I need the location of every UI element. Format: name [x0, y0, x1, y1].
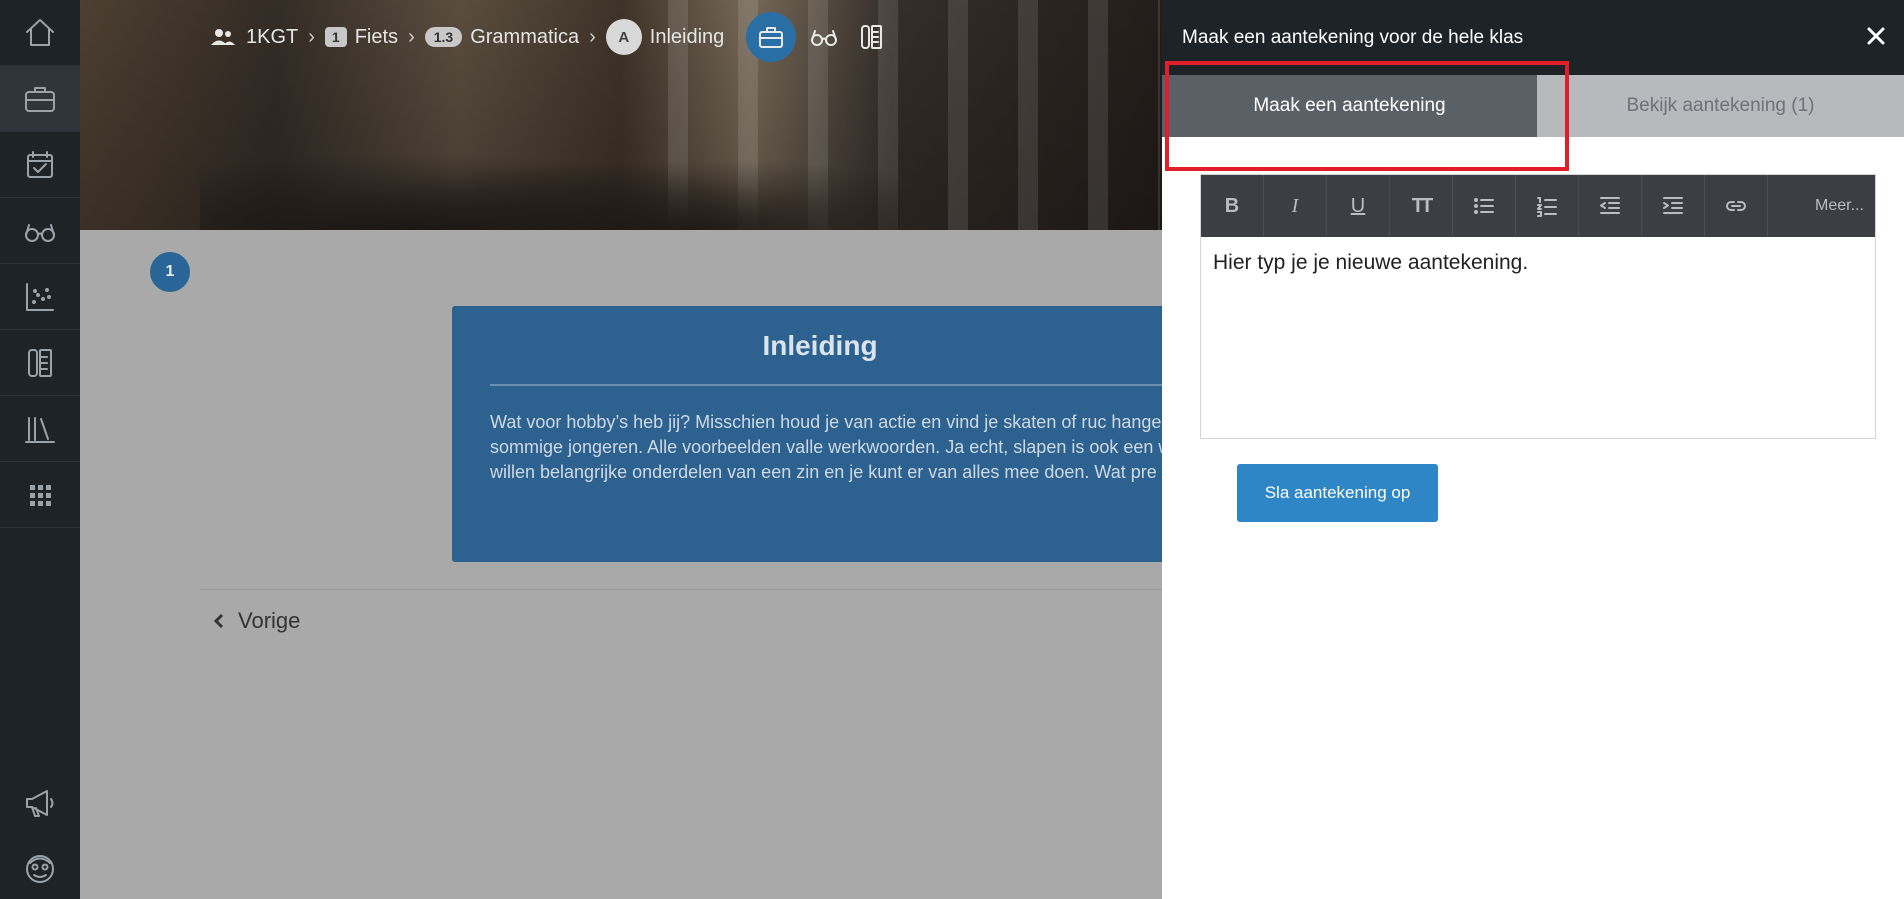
outdent-icon	[1600, 197, 1620, 214]
group-icon	[208, 17, 238, 57]
step-badge[interactable]: 1	[150, 252, 190, 292]
lesson-tool-button[interactable]	[746, 12, 797, 62]
sidebar-item-profile[interactable]	[0, 836, 80, 899]
briefcase-icon	[25, 86, 55, 112]
italic-button[interactable]: I	[1264, 175, 1327, 237]
previous-label: Vorige	[238, 608, 301, 633]
panel-title: Maak een aantekening voor de hele klas	[1182, 27, 1524, 48]
notes-tool-button[interactable]	[852, 17, 892, 57]
breadcrumb-class[interactable]: 1KGT	[246, 26, 298, 49]
glasses-icon	[25, 223, 55, 242]
save-note-button[interactable]: Sla aantekening op	[1237, 464, 1438, 522]
indent-button[interactable]	[1642, 175, 1705, 237]
bold-icon: B	[1224, 194, 1240, 217]
calendar-check-icon	[27, 150, 53, 178]
section-number-badge: 1.3	[424, 27, 463, 47]
sidebar-item-lessons[interactable]	[0, 66, 80, 132]
breadcrumb-lesson[interactable]: Inleiding	[650, 26, 725, 49]
card-title: Inleiding	[762, 330, 878, 361]
home-icon	[26, 18, 54, 46]
link-icon	[1726, 201, 1746, 211]
chevron-right-icon: ›	[308, 25, 315, 48]
close-button[interactable]	[1862, 22, 1890, 50]
tab-create-note[interactable]: Maak een aantekening	[1162, 75, 1537, 137]
glasses-icon	[811, 30, 838, 46]
tab-view-notes[interactable]: Bekijk aantekening (1)	[1537, 75, 1904, 137]
apps-grid-icon	[30, 484, 51, 506]
panel-tabs: Maak een aantekening Bekijk aantekening …	[1162, 75, 1904, 137]
left-sidebar	[0, 0, 80, 899]
numbered-list-icon	[1537, 197, 1557, 217]
note-panel: Maak een aantekening voor de hele klas M…	[1162, 0, 1904, 899]
indent-icon	[1663, 197, 1683, 214]
bullet-list-button[interactable]	[1453, 175, 1516, 237]
link-button[interactable]	[1705, 175, 1768, 237]
sidebar-item-home[interactable]	[0, 0, 80, 66]
italic-icon: I	[1291, 194, 1299, 217]
intro-card: Inleiding Wat voor hobby’s heb jij? Miss…	[452, 306, 1162, 562]
sidebar-item-tasks[interactable]	[0, 132, 80, 198]
library-icon	[25, 416, 55, 443]
note-input[interactable]: Hier typ je je nieuwe aantekening.	[1201, 237, 1875, 289]
note-editor: B I U TT Meer... Hier typ je je nieuwe a…	[1200, 174, 1876, 439]
font-size-button[interactable]: TT	[1390, 175, 1453, 237]
sidebar-item-announcements[interactable]	[0, 770, 80, 836]
close-icon	[1867, 27, 1885, 45]
chevron-right-icon: ›	[589, 25, 596, 48]
briefcase-icon	[759, 27, 784, 48]
previous-link[interactable]: Vorige	[210, 608, 300, 634]
card-text: Wat voor hobby’s heb jij? Misschien houd…	[490, 412, 1162, 482]
card-divider	[490, 384, 1162, 386]
sidebar-item-library[interactable]	[0, 396, 80, 462]
chapter-number-badge: 1	[324, 27, 347, 47]
more-button[interactable]: Meer...	[1804, 175, 1875, 237]
bullet-list-icon	[1474, 198, 1494, 214]
chevron-right-icon: ›	[408, 25, 415, 48]
breadcrumb-chapter[interactable]: Fiets	[355, 26, 398, 49]
lesson-letter-badge: A	[605, 19, 642, 55]
editor-toolbar: B I U TT Meer...	[1201, 175, 1875, 237]
chevron-left-icon	[213, 613, 224, 629]
breadcrumb: 1KGT › 1 Fiets › 1.3 Grammatica › A Inle…	[208, 12, 892, 62]
notebook-icon	[861, 25, 883, 49]
sidebar-item-review[interactable]	[0, 198, 80, 264]
breadcrumb-section[interactable]: Grammatica	[470, 26, 579, 49]
avatar-icon	[26, 855, 54, 883]
underline-icon: U	[1350, 194, 1366, 217]
sidebar-item-apps[interactable]	[0, 462, 80, 528]
scatter-chart-icon	[26, 282, 54, 311]
content-divider	[200, 589, 1162, 590]
hero-crowd	[200, 140, 900, 230]
font-size-icon: TT	[1411, 194, 1434, 217]
megaphone-icon	[26, 790, 54, 817]
panel-header: Maak een aantekening voor de hele klas	[1162, 0, 1904, 75]
sidebar-item-results[interactable]	[0, 264, 80, 330]
review-tool-button[interactable]	[804, 17, 844, 57]
outdent-button[interactable]	[1579, 175, 1642, 237]
bold-button[interactable]: B	[1201, 175, 1264, 237]
sidebar-item-notes[interactable]	[0, 330, 80, 396]
underline-button[interactable]: U	[1327, 175, 1390, 237]
main-content: 1KGT › 1 Fiets › 1.3 Grammatica › A Inle…	[80, 0, 1162, 899]
numbered-list-button[interactable]	[1516, 175, 1579, 237]
notebook-icon	[28, 348, 52, 377]
